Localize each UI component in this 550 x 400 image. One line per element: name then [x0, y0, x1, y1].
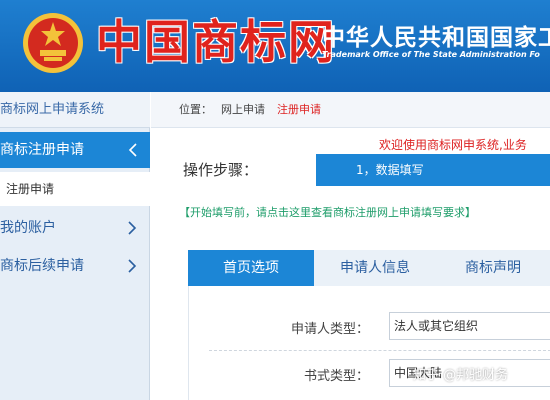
chevron-right-icon	[128, 221, 137, 235]
page: 中国商标网 中华人民共和国国家工 Trademark Office of The…	[0, 0, 550, 400]
org-title-cn: 中华人民共和国国家工	[322, 25, 550, 51]
watermark: 知乎 @邦驰财务	[413, 368, 509, 383]
org-title-en: Trademark Office of The State Administra…	[322, 50, 540, 59]
applicant-type-label: 申请人类型：	[290, 322, 369, 337]
sidebar-item-followup-application[interactable]: 商标后续申请	[0, 248, 150, 284]
sidebar-item-label: 我的账户	[0, 220, 56, 236]
steps-label: 操作步骤：	[183, 161, 259, 179]
site-brand-logo: 中国商标网	[96, 15, 336, 69]
sidebar-subitem-registration[interactable]: 注册申请	[0, 172, 150, 206]
form-tabs: 首页选项 申请人信息 商标声明	[188, 250, 550, 286]
sidebar: 商标网上申请系统 商标注册申请 注册申请 我的账户 商标后续申请	[0, 92, 150, 400]
sidebar-item-label: 商标后续申请	[0, 258, 84, 274]
doc-type-label: 书式类型：	[303, 369, 369, 384]
chevron-left-icon	[128, 143, 137, 157]
site-header: 中国商标网 中华人民共和国国家工 Trademark Office of The…	[0, 0, 550, 92]
current-step: 1，数据填写	[316, 154, 550, 186]
sidebar-item-my-account[interactable]: 我的账户	[0, 210, 150, 246]
sidebar-title: 商标网上申请系统	[0, 92, 150, 128]
breadcrumb-item-registration[interactable]: 注册申请	[277, 92, 321, 128]
tab-trademark-statement[interactable]: 商标声明	[436, 250, 550, 286]
welcome-message: 欢迎使用商标网申系统,业务	[379, 138, 527, 152]
row-divider	[209, 350, 550, 351]
main-content: 位置： 网上申请 注册申请 欢迎使用商标网申系统,业务 操作步骤： 1，数据填写…	[151, 92, 550, 400]
fill-requirements-link[interactable]: 【开始填写前，请点击这里查看商标注册网上申请填写要求】	[179, 204, 476, 220]
tab-applicant-info[interactable]: 申请人信息	[314, 250, 436, 286]
sidebar-item-trademark-registration[interactable]: 商标注册申请	[0, 132, 150, 168]
national-emblem-icon	[23, 13, 83, 73]
breadcrumb-item-online-apply[interactable]: 网上申请	[221, 92, 265, 128]
breadcrumb: 位置： 网上申请 注册申请	[151, 92, 550, 128]
sidebar-item-label: 商标注册申请	[0, 142, 84, 158]
applicant-type-field[interactable]: 法人或其它组织	[389, 312, 550, 340]
tab-home-options[interactable]: 首页选项	[188, 250, 314, 286]
breadcrumb-prefix: 位置：	[179, 103, 212, 116]
chevron-right-icon	[128, 259, 137, 273]
